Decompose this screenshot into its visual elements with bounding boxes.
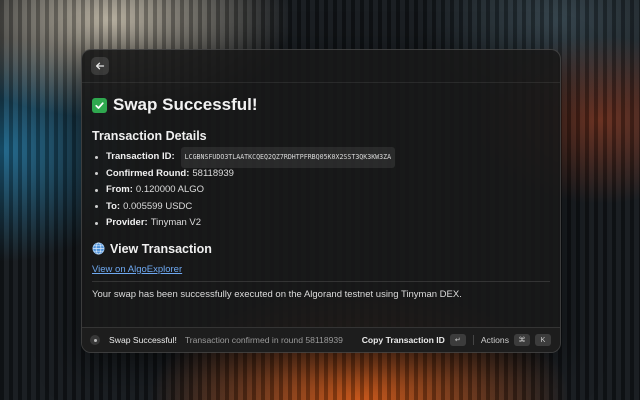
- action-bar: Swap Successful! Transaction confirmed i…: [82, 327, 560, 352]
- copy-transaction-id-button[interactable]: Copy Transaction ID: [362, 335, 445, 345]
- k-key-hint: K: [535, 334, 551, 346]
- enter-key-hint: ↵: [449, 334, 466, 346]
- footer-separator: [472, 335, 474, 345]
- arrow-left-icon: [95, 62, 105, 70]
- detail-from: From: 0.120000 ALGO: [95, 182, 550, 199]
- actions-button[interactable]: Actions: [481, 335, 509, 345]
- extension-window: Swap Successful! Transaction Details Tra…: [81, 49, 561, 353]
- bullet: [95, 205, 98, 209]
- footer-title: Swap Successful!: [109, 335, 177, 345]
- detail-to: To: 0.005599 USDC: [95, 199, 550, 216]
- globe-icon: [92, 242, 105, 255]
- footer-subtitle: Transaction confirmed in round 58118939: [184, 335, 343, 345]
- result-message: Your swap has been successfully executed…: [92, 288, 462, 300]
- detail-label: From:: [106, 184, 133, 195]
- bullet: [95, 155, 98, 159]
- details-heading: Transaction Details: [92, 129, 207, 143]
- back-button[interactable]: [91, 57, 109, 75]
- check-mark-button-icon: [92, 97, 107, 113]
- bullet: [95, 172, 98, 176]
- detail-label: Confirmed Round:: [106, 167, 190, 179]
- detail-provider: Provider: Tinyman V2: [95, 215, 550, 232]
- detail-value: 0.120000 ALGO: [135, 184, 205, 195]
- details-list: Transaction ID: LCGBNSFUDO3TLAATKCQEQ2QZ…: [92, 147, 550, 232]
- detail-label: To:: [106, 200, 121, 212]
- transaction-id-code[interactable]: LCGBNSFUDO3TLAATKCQEQ2QZ7RDHTPFRBQ05K0X2…: [180, 147, 396, 168]
- bullet: [95, 188, 98, 192]
- page-title: Swap Successful!: [92, 95, 550, 115]
- status-dot-icon: [90, 335, 100, 345]
- view-transaction-heading: View Transaction: [92, 242, 550, 256]
- detail-value: 58118939: [192, 167, 234, 179]
- detail-value: Tinyman V2: [150, 217, 202, 228]
- detail-content: Swap Successful! Transaction Details Tra…: [82, 83, 560, 300]
- detail-transaction-id: Transaction ID: LCGBNSFUDO3TLAATKCQEQ2QZ…: [95, 147, 550, 168]
- detail-label: Provider:: [106, 217, 148, 228]
- detail-confirmed-round: Confirmed Round: 58118939: [95, 166, 550, 183]
- command-key-hint: ⌘: [514, 334, 530, 346]
- detail-label: Transaction ID:: [106, 151, 175, 162]
- bullet: [95, 221, 98, 225]
- page-title-text: Swap Successful!: [113, 95, 258, 114]
- algoexplorer-link[interactable]: View on AlgoExplorer: [92, 264, 550, 275]
- detail-value: 0.005599 USDC: [123, 200, 193, 212]
- view-transaction-heading-text: View Transaction: [110, 241, 212, 256]
- top-bar: [82, 50, 560, 83]
- divider: [92, 280, 550, 282]
